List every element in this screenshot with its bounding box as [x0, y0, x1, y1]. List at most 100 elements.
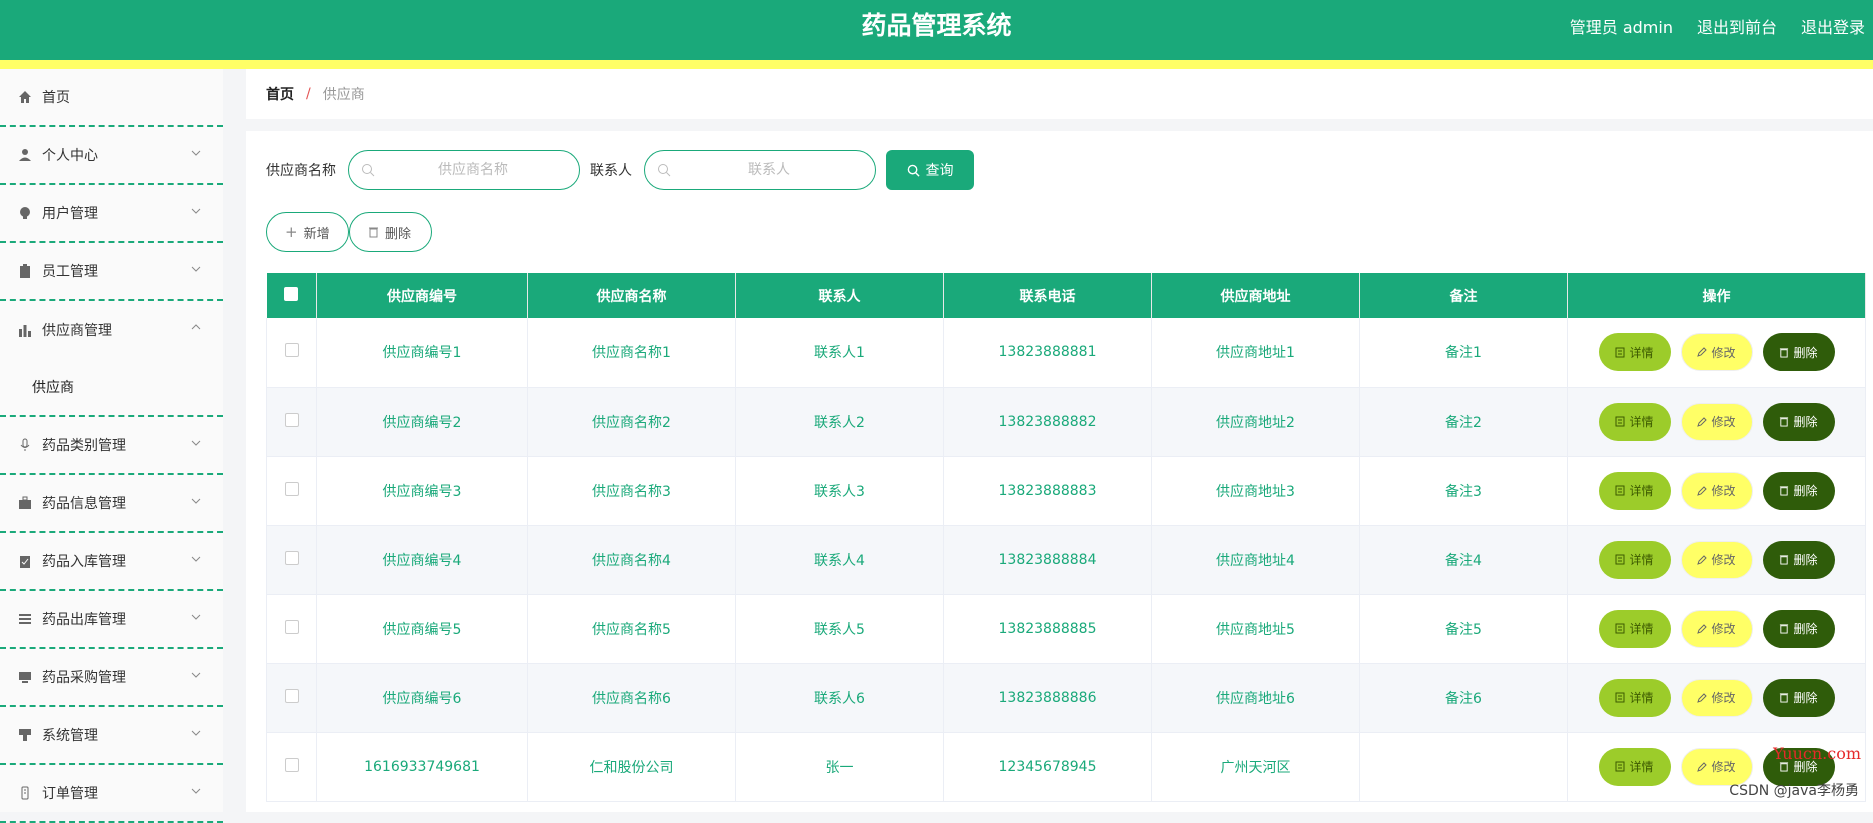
- doc-icon: [18, 786, 32, 800]
- table-cell: 供应商编号1: [316, 318, 528, 388]
- table-cell: 供应商名称2: [527, 387, 736, 457]
- row-checkbox[interactable]: [284, 412, 299, 427]
- sidebar-item-label: 药品信息管理: [42, 496, 126, 512]
- delete-label: 删除: [1793, 484, 1818, 498]
- edit-button[interactable]: 修改: [1680, 333, 1753, 372]
- table-header-row: 供应商编号 供应商名称 联系人 联系电话 供应商地址 备注 操作: [266, 273, 1866, 318]
- sidebar-item-personal[interactable]: 个人中心: [0, 127, 223, 185]
- detail-button[interactable]: 详情: [1598, 471, 1671, 510]
- back-to-front-link[interactable]: 退出到前台: [1697, 14, 1777, 38]
- chevron-up-icon: [191, 324, 201, 330]
- detail-label: 详情: [1629, 484, 1654, 498]
- monitor-icon: [18, 670, 32, 684]
- sidebar-item-drug-category[interactable]: 药品类别管理: [0, 417, 223, 475]
- delete-button[interactable]: 删除: [1762, 678, 1835, 717]
- table-row: 供应商编号1 供应商名称1 联系人1 13823888881 供应商地址1 备注1 详情 修改…: [266, 318, 1866, 388]
- delete-button[interactable]: 删除: [1762, 402, 1835, 441]
- table-cell: 备注6: [1359, 663, 1568, 733]
- col-header: 联系人: [735, 273, 944, 318]
- delete-label: 删除: [1793, 622, 1818, 636]
- trash-icon: [1780, 417, 1789, 427]
- detail-button[interactable]: 详情: [1598, 678, 1671, 717]
- sidebar-item-label: 药品采购管理: [42, 670, 126, 686]
- sidebar-item-home[interactable]: 首页: [0, 69, 223, 127]
- delete-button[interactable]: 删除: [1762, 540, 1835, 579]
- sidebar-item-drug-purchase[interactable]: 药品采购管理: [0, 649, 223, 707]
- row-checkbox[interactable]: [284, 619, 299, 634]
- detail-button[interactable]: 详情: [1598, 609, 1671, 648]
- detail-button[interactable]: 详情: [1598, 333, 1671, 372]
- chevron-down-icon: [191, 150, 201, 156]
- table-row: 供应商编号3 供应商名称3 联系人3 13823888883 供应商地址3 备注3 详情 修改…: [266, 456, 1866, 526]
- document-icon: [1615, 623, 1625, 634]
- trash-icon: [1780, 348, 1789, 358]
- query-button[interactable]: 查询: [886, 150, 974, 190]
- delete-button[interactable]: 删除: [1762, 609, 1835, 648]
- chevron-down-icon: [191, 498, 201, 504]
- sidebar-item-label: 首页: [42, 90, 70, 106]
- row-checkbox[interactable]: [284, 343, 299, 358]
- delete-button[interactable]: 删除: [1762, 333, 1835, 372]
- supplier-name-input[interactable]: [383, 157, 563, 183]
- sidebar-item-drug-in[interactable]: 药品入库管理: [0, 533, 223, 591]
- sidebar-item-users[interactable]: 用户管理: [0, 185, 223, 243]
- edit-button[interactable]: 修改: [1680, 471, 1753, 510]
- sidebar-item-drug-info[interactable]: 药品信息管理: [0, 475, 223, 533]
- add-button-label: 新增: [303, 226, 330, 242]
- sidebar-item-suppliers[interactable]: 供应商管理: [0, 301, 223, 359]
- document-icon: [1615, 416, 1625, 427]
- logout-link[interactable]: 退出登录: [1801, 14, 1865, 38]
- breadcrumb-home[interactable]: 首页: [266, 84, 294, 104]
- edit-button[interactable]: 修改: [1680, 540, 1753, 579]
- detail-button[interactable]: 详情: [1598, 402, 1671, 441]
- table-cell: [1359, 732, 1568, 802]
- table-cell: 张一: [735, 732, 944, 802]
- chevron-down-icon: [191, 208, 201, 214]
- detail-label: 详情: [1629, 345, 1654, 360]
- chevron-down-icon: [191, 730, 201, 736]
- table-cell: 供应商编号2: [316, 387, 528, 457]
- table-cell: 备注1: [1359, 318, 1568, 388]
- sidebar-item-label: 药品类别管理: [42, 438, 126, 454]
- row-checkbox[interactable]: [284, 757, 299, 772]
- row-select-cell: [266, 594, 317, 664]
- sidebar-item-label: 用户管理: [42, 206, 98, 222]
- pencil-icon: [1697, 623, 1708, 634]
- edit-button[interactable]: 修改: [1680, 678, 1753, 717]
- chevron-down-icon: [191, 556, 201, 562]
- search-icon: [907, 164, 920, 177]
- sidebar-item-system[interactable]: 系统管理: [0, 707, 223, 765]
- col-header: 备注: [1359, 273, 1568, 318]
- add-button[interactable]: + 新增: [266, 212, 349, 252]
- contact-input[interactable]: [679, 157, 859, 183]
- table-body: 供应商编号1 供应商名称1 联系人1 13823888881 供应商地址1 备注1 详情 修改…: [266, 318, 1866, 802]
- sidebar-item-staff[interactable]: 员工管理: [0, 243, 223, 301]
- batch-delete-button[interactable]: 删除: [349, 212, 432, 252]
- row-checkbox[interactable]: [284, 481, 299, 496]
- col-header: 供应商编号: [316, 273, 528, 318]
- table-cell: 联系人4: [735, 525, 944, 595]
- table-cell: 供应商地址5: [1151, 594, 1360, 664]
- table-cell: 供应商地址1: [1151, 318, 1360, 388]
- edit-button[interactable]: 修改: [1680, 609, 1753, 648]
- search-icon: [658, 164, 671, 177]
- trash-icon: [1780, 555, 1789, 565]
- sidebar-subitem-label: 供应商: [32, 380, 74, 396]
- home-icon: [18, 90, 32, 104]
- sidebar-subitem-supplier[interactable]: 供应商: [0, 359, 223, 417]
- admin-user-label: 管理员 admin: [1569, 18, 1673, 37]
- edit-button[interactable]: 修改: [1680, 402, 1753, 441]
- sidebar-item-drug-out[interactable]: 药品出库管理: [0, 591, 223, 649]
- row-checkbox[interactable]: [284, 688, 299, 703]
- ops-cell: 详情 修改 删除: [1567, 663, 1866, 733]
- sidebar-item-orders[interactable]: 订单管理: [0, 765, 223, 823]
- supplier-table: 供应商编号 供应商名称 联系人 联系电话 供应商地址 备注 操作 供应商编号1 供…: [266, 273, 1866, 802]
- delete-button[interactable]: 删除: [1762, 471, 1835, 510]
- col-header: 供应商地址: [1151, 273, 1360, 318]
- detail-button[interactable]: 详情: [1598, 747, 1671, 786]
- select-all-checkbox[interactable]: [284, 286, 299, 301]
- row-checkbox[interactable]: [284, 550, 299, 565]
- detail-label: 详情: [1629, 760, 1654, 774]
- detail-button[interactable]: 详情: [1598, 540, 1671, 579]
- edit-label: 修改: [1711, 622, 1736, 636]
